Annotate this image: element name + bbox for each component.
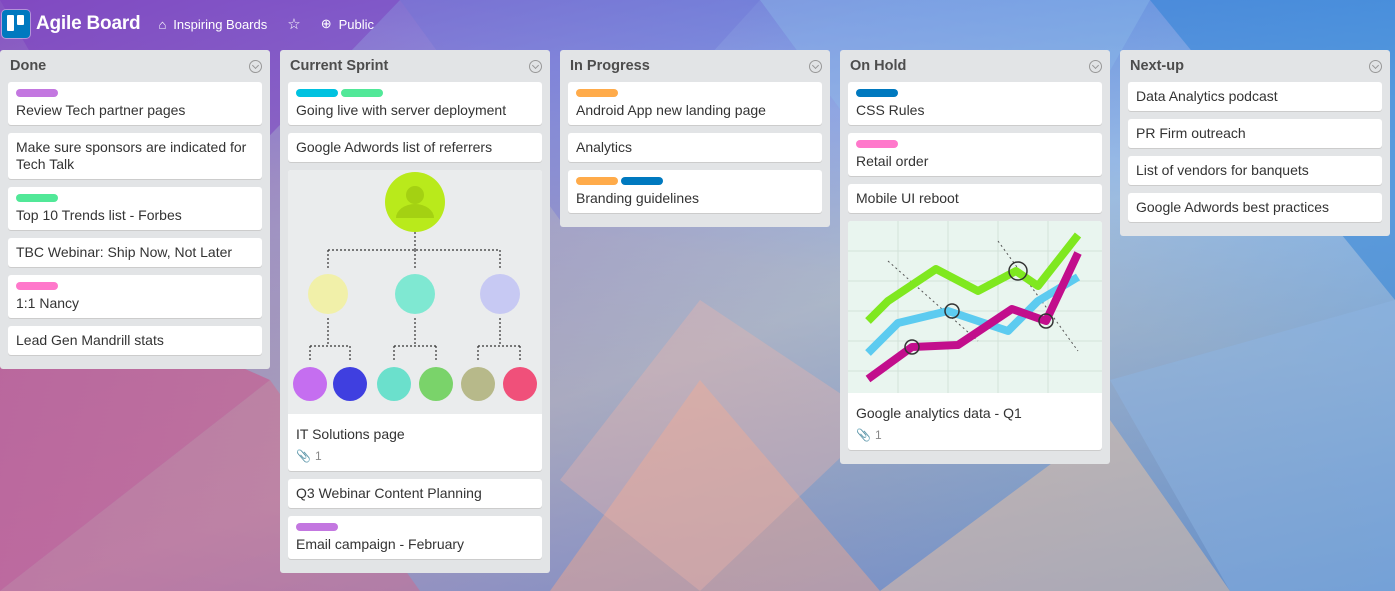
list-header: Current Sprint [280,50,550,82]
list-menu-icon[interactable] [249,59,262,73]
list-menu-icon[interactable] [1369,59,1382,73]
card-title: Going live with server deployment [296,102,507,118]
card-title: Google analytics data - Q1 [856,405,1022,421]
list-title[interactable]: Done [10,58,46,74]
list-header: In Progress [560,50,830,82]
card-title: Google Adwords best practices [1136,199,1329,215]
card[interactable]: Going live with server deployment [288,82,542,125]
card-label [576,177,618,185]
card[interactable]: Branding guidelines [568,170,822,213]
card[interactable]: Android App new landing page [568,82,822,125]
card-title: Android App new landing page [576,102,766,118]
card-title: Lead Gen Mandrill stats [16,332,164,348]
card-label [621,177,663,185]
card[interactable]: Google Adwords list of referrers [288,133,542,162]
card-label [576,89,618,97]
card[interactable]: IT Solutions page 📎 1 [288,170,542,471]
line-chart-image [848,221,1102,393]
card[interactable]: List of vendors for banquets [1128,156,1382,185]
card[interactable]: Google Adwords best practices [1128,193,1382,222]
card-title: Top 10 Trends list - Forbes [16,207,182,223]
card-title: IT Solutions page [296,426,405,442]
list-header: Done [0,50,270,82]
card-label [296,89,338,97]
attachment-count: 1 [874,428,882,442]
attachment-icon: 📎 [856,428,871,442]
list-on-hold: On Hold CSS Rules Retail order Mobile UI… [840,50,1110,464]
card-title: Retail order [856,153,929,169]
star-icon[interactable]: ☆ [287,15,300,33]
list-done: Done Review Tech partner pages Make sure… [0,50,270,369]
list-title[interactable]: In Progress [570,58,650,74]
list-title[interactable]: On Hold [850,58,906,74]
card-badges: 📎 1 [296,448,534,465]
card-title: Mobile UI reboot [856,190,959,206]
team-label: Inspiring Boards [173,16,268,32]
team-icon: ⌂ [158,16,167,32]
list-menu-icon[interactable] [529,59,542,73]
card-title: Q3 Webinar Content Planning [296,485,482,501]
card[interactable]: 1:1 Nancy [8,275,262,318]
card[interactable]: Data Analytics podcast [1128,82,1382,111]
attachment-icon: 📎 [296,449,311,463]
list-menu-icon[interactable] [809,59,822,73]
card[interactable]: Review Tech partner pages [8,82,262,125]
card[interactable]: Lead Gen Mandrill stats [8,326,262,355]
card-title: PR Firm outreach [1136,125,1246,141]
card[interactable]: Q3 Webinar Content Planning [288,479,542,508]
card-title: Data Analytics podcast [1136,88,1278,104]
board-header: Agile Board ⌂ Inspiring Boards ☆ ⊕ Publi… [0,0,1395,48]
list-header: On Hold [840,50,1110,82]
card-cover-image [848,221,1102,397]
card[interactable]: CSS Rules [848,82,1102,125]
list-current-sprint: Current Sprint Going live with server de… [280,50,550,573]
card[interactable]: Email campaign - February [288,516,542,559]
card-title: 1:1 Nancy [16,295,80,311]
card[interactable]: Google analytics data - Q1 📎 1 [848,221,1102,450]
card[interactable]: PR Firm outreach [1128,119,1382,148]
card[interactable]: TBC Webinar: Ship Now, Not Later [8,238,262,267]
card-label [856,140,898,148]
visibility-label: Public [338,16,375,32]
attachment-count: 1 [314,449,322,463]
team-button[interactable]: ⌂ Inspiring Boards [158,17,267,32]
card-cover-image [288,170,542,418]
card-badges: 📎 1 [856,427,1094,444]
list-next-up: Next-up Data Analytics podcast PR Firm o… [1120,50,1390,236]
card-label [296,523,338,531]
card-title: Make sure sponsors are indicated for Tec… [16,139,247,172]
card-title: Email campaign - February [296,536,465,552]
card-label [856,89,898,97]
list-header: Next-up [1120,50,1390,82]
trello-logo-icon[interactable] [2,10,30,38]
card-title: TBC Webinar: Ship Now, Not Later [16,244,233,260]
card-label [16,282,58,290]
card-label [341,89,383,97]
card-label [16,194,58,202]
list-title[interactable]: Current Sprint [290,58,388,74]
card-title: List of vendors for banquets [1136,162,1309,178]
globe-icon: ⊕ [320,16,332,31]
list-menu-icon[interactable] [1089,59,1102,73]
card[interactable]: Analytics [568,133,822,162]
board-title[interactable]: Agile Board [36,13,141,35]
card[interactable]: Top 10 Trends list - Forbes [8,187,262,230]
card-title: Branding guidelines [576,190,699,206]
card-title: Review Tech partner pages [16,102,186,118]
list-in-progress: In Progress Android App new landing page… [560,50,830,227]
org-chart-image [288,170,542,414]
card-title: Analytics [576,139,633,155]
visibility-button[interactable]: ⊕ Public [321,16,374,32]
card[interactable]: Retail order [848,133,1102,176]
list-title[interactable]: Next-up [1130,58,1184,74]
card-label [16,89,58,97]
card-title: CSS Rules [856,102,925,118]
card[interactable]: Make sure sponsors are indicated for Tec… [8,133,262,179]
card[interactable]: Mobile UI reboot [848,184,1102,213]
card-title: Google Adwords list of referrers [296,139,493,155]
